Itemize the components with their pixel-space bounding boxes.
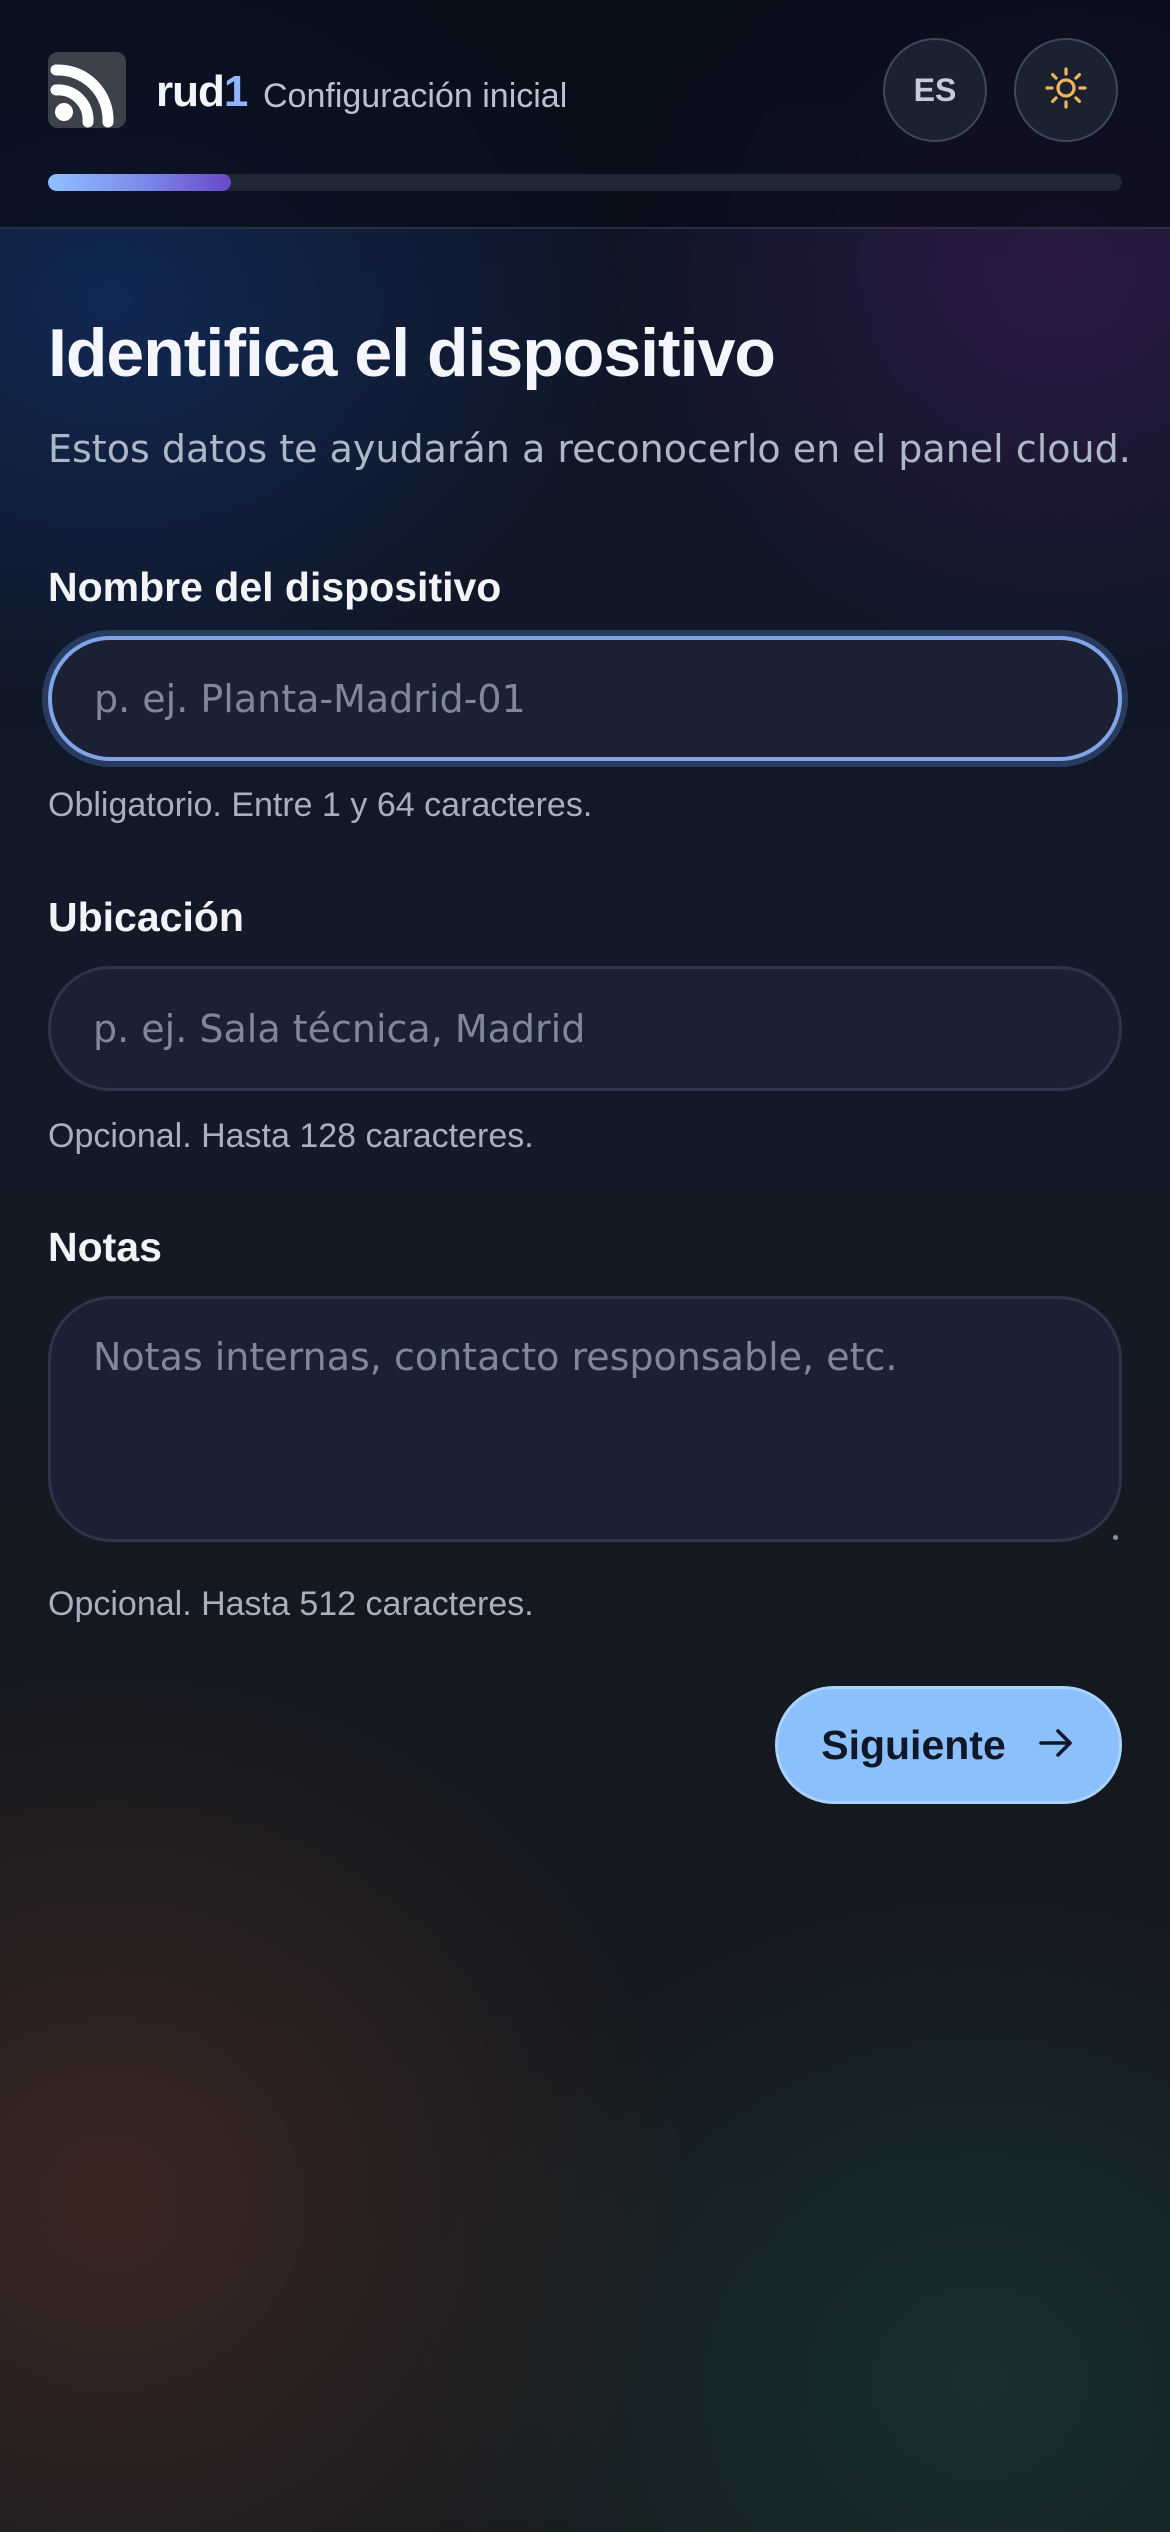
brand-name: rud1	[156, 62, 249, 122]
header-subtitle: Configuración inicial	[263, 77, 568, 115]
notes-textarea[interactable]	[48, 1296, 1122, 1542]
sun-icon	[1044, 66, 1088, 114]
device-name-hint: Obligatorio. Entre 1 y 64 caracteres.	[48, 786, 593, 824]
resize-handle[interactable]	[1113, 1535, 1118, 1540]
arrow-right-icon	[1036, 1723, 1076, 1767]
brand-text: rud	[156, 67, 225, 116]
theme-toggle-button[interactable]	[1014, 38, 1118, 142]
location-label: Ubicación	[48, 894, 244, 940]
location-hint: Opcional. Hasta 128 caracteres.	[48, 1117, 534, 1155]
next-button[interactable]: Siguiente	[775, 1686, 1122, 1804]
setup-progress-bar	[48, 174, 1122, 191]
language-button[interactable]: ES	[883, 38, 987, 142]
page-title: Identifica el dispositivo	[48, 315, 776, 391]
setup-progress-fill	[48, 174, 231, 191]
rss-feed-icon	[48, 52, 126, 128]
page-description: Estos datos te ayudarán a reconocerlo en…	[48, 427, 1131, 471]
brand-accent: 1	[223, 67, 249, 116]
device-name-label: Nombre del dispositivo	[48, 564, 502, 610]
location-input[interactable]	[48, 966, 1122, 1091]
device-name-input[interactable]	[48, 636, 1122, 761]
app-header: rud1 Configuración inicial ES	[0, 0, 1170, 229]
language-label: ES	[913, 71, 957, 108]
notes-hint: Opcional. Hasta 512 caracteres.	[48, 1585, 534, 1623]
notes-label: Notas	[48, 1224, 162, 1270]
next-button-label: Siguiente	[821, 1721, 1006, 1768]
